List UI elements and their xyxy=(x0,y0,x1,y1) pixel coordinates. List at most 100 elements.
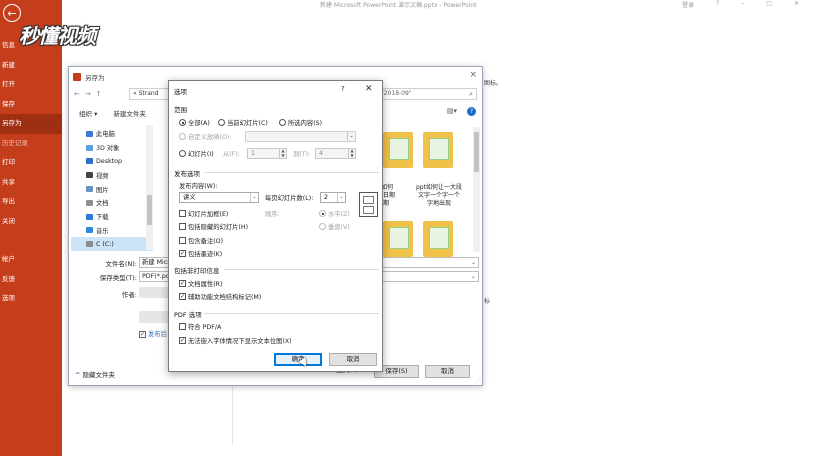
hide-folders-toggle[interactable]: ^ 隐藏文件夹 xyxy=(75,369,115,379)
doc-props-checkbox-row[interactable]: ✓ 文档属性(R) xyxy=(179,279,222,288)
publish-what-select[interactable]: 讲义 ⌄ xyxy=(179,192,259,203)
tree-item-documents[interactable]: 文档 xyxy=(71,196,153,210)
pdfa-checkbox[interactable] xyxy=(179,323,186,330)
nav-save[interactable]: 保存 xyxy=(0,95,62,115)
radio[interactable] xyxy=(218,119,225,126)
view-options-icon[interactable]: ▤▾ xyxy=(447,107,457,116)
radio-selected[interactable] xyxy=(179,119,186,126)
hidden-slides-checkbox-row[interactable]: 包括隐藏的幻灯片(H) xyxy=(179,222,248,231)
nav-new[interactable]: 新建 xyxy=(0,56,62,76)
nav-close[interactable]: 关闭 xyxy=(0,212,62,232)
hidden-slides-checkbox[interactable] xyxy=(179,223,186,230)
cancel-button[interactable]: 取消 xyxy=(425,365,470,378)
bitmap-text-checkbox-row[interactable]: ✓ 无法嵌入字体情况下显示文本位图(X) xyxy=(179,336,292,345)
publish-checkbox-row[interactable]: ✓ 发布后 xyxy=(139,329,167,338)
nav-print[interactable]: 打印 xyxy=(0,153,62,173)
stepper-arrows-icon[interactable]: ▲ ▼ xyxy=(348,148,355,158)
radio[interactable] xyxy=(319,223,326,230)
chevron-down-icon[interactable]: ⌄ xyxy=(250,193,258,202)
tree-item-c-drive[interactable]: C (C:) xyxy=(71,237,153,252)
help-icon[interactable]: ? xyxy=(341,85,345,93)
help-icon[interactable]: ? xyxy=(716,0,719,9)
range-all-radio[interactable]: 全部(A) xyxy=(179,118,210,127)
structure-tags-checkbox-row[interactable]: ✓ 辅助功能文档结构标记(M) xyxy=(179,292,261,301)
up-icon[interactable]: ↑ xyxy=(96,90,102,98)
comments-checkbox[interactable] xyxy=(179,237,186,244)
minimize-icon[interactable]: – xyxy=(741,0,744,9)
ink-checkbox[interactable]: ✓ xyxy=(179,250,186,257)
frame-slides-checkbox[interactable] xyxy=(179,210,186,217)
forward-icon[interactable]: → xyxy=(85,90,91,98)
doc-props-checkbox[interactable]: ✓ xyxy=(179,280,186,287)
new-folder-button[interactable]: 新建文件夹 xyxy=(113,108,146,118)
tree-item-videos[interactable]: 视频 xyxy=(71,168,153,182)
tree-item-3d-objects[interactable]: 3D 对象 xyxy=(71,141,153,155)
nav-history[interactable]: 历史记录 xyxy=(0,134,62,154)
close-icon[interactable]: × xyxy=(469,70,477,80)
stepper-arrows-icon[interactable]: ▲ ▼ xyxy=(279,148,286,158)
publish-checkbox[interactable]: ✓ xyxy=(139,330,146,338)
pdfa-checkbox-row[interactable]: 符合 PDF/A xyxy=(179,322,221,331)
tree-item-this-pc[interactable]: 此电脑 xyxy=(71,127,153,141)
ink-checkbox-row[interactable]: ✓ 包括墨迹(K) xyxy=(179,249,222,258)
options-button-partial[interactable] xyxy=(139,311,169,323)
chevron-down-icon[interactable]: ⌄ xyxy=(337,193,345,202)
publish-what-value: 讲义 xyxy=(183,194,196,201)
sign-in-link[interactable]: 登录 xyxy=(682,0,694,9)
comments-checkbox-row[interactable]: 包含备注(O) xyxy=(179,236,223,245)
file-thumbnail[interactable] xyxy=(423,132,453,172)
author-label: 作者: xyxy=(121,291,137,299)
range-custom-radio[interactable]: 自定义放映(O): xyxy=(179,132,231,141)
resize-grip[interactable]: ⋰ xyxy=(475,377,481,384)
scrollbar-thumb[interactable] xyxy=(147,195,152,225)
radio[interactable] xyxy=(179,150,186,157)
author-field[interactable] xyxy=(139,287,169,298)
scrollbar-thumb[interactable] xyxy=(474,132,479,172)
order-vertical-radio[interactable]: 垂直(V) xyxy=(319,222,350,231)
chevron-down-icon[interactable]: ⌄ xyxy=(347,132,355,141)
per-page-select[interactable]: 2 ⌄ xyxy=(320,192,346,203)
maximize-icon[interactable]: □ xyxy=(766,0,772,9)
search-icon[interactable]: ⌕ xyxy=(469,89,473,99)
file-thumbnail[interactable] xyxy=(423,221,453,261)
nav-share[interactable]: 共享 xyxy=(0,173,62,193)
back-icon[interactable]: ← xyxy=(74,90,80,98)
file-thumbnail[interactable] xyxy=(383,221,413,261)
file-list-scrollbar[interactable] xyxy=(473,127,480,252)
cancel-button[interactable]: 取消 xyxy=(329,353,377,366)
file-label[interactable]: ppt如何让一大段 文字一个字一个 字地出现 xyxy=(411,184,467,208)
radio-selected[interactable] xyxy=(319,210,326,217)
nav-feedback[interactable]: 反馈 xyxy=(0,270,62,290)
structure-tags-checkbox[interactable]: ✓ xyxy=(179,293,186,300)
nav-open[interactable]: 打开 xyxy=(0,75,62,95)
frame-slides-checkbox-row[interactable]: 幻灯片加框(E) xyxy=(179,209,228,218)
tree-item-desktop[interactable]: Desktop xyxy=(71,155,153,169)
bitmap-text-checkbox[interactable]: ✓ xyxy=(179,337,186,344)
tree-item-pictures[interactable]: 图片 xyxy=(71,182,153,196)
tree-scrollbar[interactable] xyxy=(146,125,153,250)
nav-save-as[interactable]: 另存为 xyxy=(0,114,62,134)
ok-button[interactable]: 确定 xyxy=(274,353,322,366)
close-window-icon[interactable]: ✕ xyxy=(794,0,799,9)
organize-button[interactable]: 组织 ▾ xyxy=(79,108,97,118)
range-selection-radio[interactable]: 所选内容(S) xyxy=(279,118,322,127)
help-icon[interactable]: ? xyxy=(467,107,476,116)
to-stepper[interactable]: 4 ▲ ▼ xyxy=(315,148,356,159)
nav-account[interactable]: 帐户 xyxy=(0,250,62,270)
file-thumbnail[interactable] xyxy=(383,132,413,172)
chevron-down-icon[interactable]: ⌄ xyxy=(471,258,476,267)
tree-item-downloads[interactable]: 下载 xyxy=(71,210,153,224)
nav-options[interactable]: 选项 xyxy=(0,289,62,309)
custom-show-select[interactable]: ⌄ xyxy=(245,131,356,142)
chevron-down-icon[interactable]: ⌄ xyxy=(471,272,476,281)
order-horizontal-radio[interactable]: 水平(Z) xyxy=(319,209,350,218)
close-icon[interactable]: ✕ xyxy=(365,84,373,94)
search-input[interactable]: "2018-09" ⌕ xyxy=(377,88,477,100)
nav-export[interactable]: 导出 xyxy=(0,192,62,212)
from-stepper[interactable]: 1 ▲ ▼ xyxy=(247,148,287,159)
range-current-radio[interactable]: 当前幻灯片(C) xyxy=(218,118,268,127)
radio[interactable] xyxy=(279,119,286,126)
tree-item-music[interactable]: 音乐 xyxy=(71,224,153,238)
range-slides-radio[interactable]: 幻灯片(I) xyxy=(179,149,214,158)
radio[interactable] xyxy=(179,133,186,140)
